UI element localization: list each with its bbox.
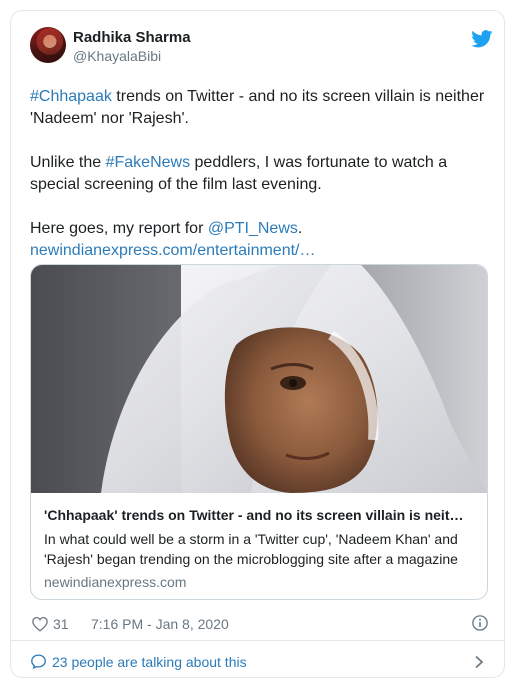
chevron-right-icon[interactable]: [473, 655, 485, 669]
preview-description: In what could well be a storm in a 'Twit…: [44, 531, 458, 567]
preview-domain: newindianexpress.com: [44, 574, 187, 590]
tweet-text-segment: .: [297, 220, 303, 237]
embedded-tweet-card: Radhika Sharma @KhayalaBibi #Chhapaak tr…: [10, 10, 505, 678]
mention-link[interactable]: @PTI_News: [208, 220, 298, 237]
like-count[interactable]: 31: [53, 616, 69, 632]
tweet-paragraph-1: #Chhapaak trends on Twitter - and no its…: [30, 86, 490, 130]
hashtag-link[interactable]: #FakeNews: [106, 154, 190, 171]
link-preview-card[interactable]: 'Chhapaak' trends on Twitter - and no it…: [30, 264, 488, 600]
hashtag-link[interactable]: #Chhapaak: [30, 88, 112, 105]
preview-image[interactable]: [31, 265, 487, 493]
preview-text: 'Chhapaak' trends on Twitter - and no it…: [44, 506, 476, 590]
preview-title[interactable]: 'Chhapaak' trends on Twitter - and no it…: [44, 506, 476, 524]
info-icon[interactable]: [471, 614, 489, 632]
tweet-timestamp[interactable]: 7:16 PM - Jan 8, 2020: [91, 616, 229, 632]
divider: [11, 640, 504, 641]
tweet-text: #Chhapaak trends on Twitter - and no its…: [30, 86, 490, 262]
tweet-paragraph-2: Unlike the #FakeNews peddlers, I was for…: [30, 152, 490, 196]
tweet-text-segment: Unlike the: [30, 154, 106, 171]
author-name[interactable]: Radhika Sharma: [73, 29, 191, 46]
tweet-paragraph-3: Here goes, my report for @PTI_News. newin…: [30, 218, 490, 262]
conversation-label[interactable]: 23 people are talking about this: [52, 654, 247, 670]
heart-icon[interactable]: [31, 615, 49, 633]
speech-bubble-icon: [31, 654, 46, 670]
twitter-bird-icon[interactable]: [471, 30, 493, 48]
author-handle[interactable]: @KhayalaBibi: [73, 48, 161, 64]
tweet-text-segment: Here goes, my report for: [30, 220, 208, 237]
url-link[interactable]: newindianexpress.com/entertainment/…: [30, 242, 315, 259]
avatar[interactable]: [30, 27, 66, 63]
